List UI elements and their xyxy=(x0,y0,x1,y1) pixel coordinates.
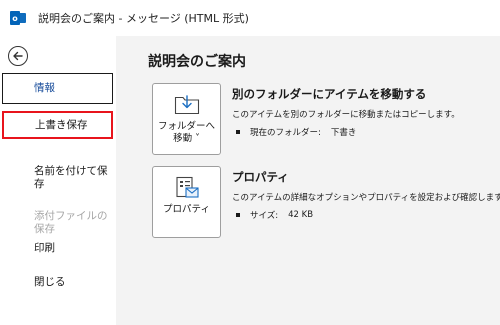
sidebar-item-close[interactable]: 閉じる xyxy=(0,276,116,289)
backstage-sidebar: 情報 上書き保存 名前を付けて保 存 添付ファイルの 保存 印刷 閉じる xyxy=(0,36,116,325)
sidebar-item-label: 名前を付けて保 存 xyxy=(34,165,108,190)
size-label: サイズ: xyxy=(250,211,279,221)
sidebar-item-info[interactable]: 情報 xyxy=(2,73,113,104)
sidebar-item-print[interactable]: 印刷 xyxy=(0,242,116,255)
size-info: サイズ: 42 KB xyxy=(232,209,500,221)
current-folder-info: 現在のフォルダー: 下書き xyxy=(232,126,500,138)
move-tile-label: フォルダーへ 移動 ˅ xyxy=(157,121,215,144)
bullet-icon xyxy=(236,130,240,134)
window-title: 説明会のご案内 - メッセージ (HTML 形式) xyxy=(38,12,249,25)
properties-section-title: プロパティ xyxy=(232,170,289,184)
move-section-description: このアイテムを別のフォルダーに移動またはコピーします。 xyxy=(232,110,460,120)
current-folder-label: 現在のフォルダー: xyxy=(250,128,321,138)
sidebar-item-save-attachments: 添付ファイルの 保存 xyxy=(0,197,116,236)
outlook-app-icon: o xyxy=(10,10,26,26)
sidebar-item-label: 上書き保存 xyxy=(35,118,88,131)
sidebar-item-label: 印刷 xyxy=(34,242,55,254)
properties-section-description: このアイテムの詳細なオプションやプロパティを設定および確認します。 xyxy=(232,193,500,203)
move-section: 別のフォルダーにアイテムを移動する このアイテムを別のフォルダーに移動またはコピ… xyxy=(232,86,500,138)
sidebar-item-save[interactable]: 上書き保存 xyxy=(2,111,113,139)
page-title: 説明会のご案内 xyxy=(148,54,246,70)
properties-section: プロパティ このアイテムの詳細なオプションやプロパティを設定および確認します。 … xyxy=(232,169,500,221)
size-value: 42 KB xyxy=(288,210,314,220)
current-folder-value: 下書き xyxy=(330,128,357,138)
sidebar-item-label: 添付ファイルの 保存 xyxy=(34,210,108,235)
back-button[interactable] xyxy=(8,46,28,66)
properties-button[interactable]: プロパティ xyxy=(152,166,221,238)
properties-tile-label: プロパティ xyxy=(163,204,210,215)
backstage-main: 説明会のご案内 フォルダーへ 移動 ˅ プロパティ 別のフォルダーにアイテムを移… xyxy=(116,36,500,325)
sidebar-item-save-as[interactable]: 名前を付けて保 存 xyxy=(0,152,116,191)
sidebar-item-label: 情報 xyxy=(34,82,55,94)
move-section-title: 別のフォルダーにアイテムを移動する xyxy=(232,87,427,101)
properties-icon xyxy=(175,176,199,198)
folder-move-icon xyxy=(174,95,199,115)
title-bar: o 説明会のご案内 - メッセージ (HTML 形式) xyxy=(0,0,500,36)
arrow-left-icon xyxy=(13,51,23,61)
sidebar-item-label: 閉じる xyxy=(34,276,66,288)
move-to-folder-button[interactable]: フォルダーへ 移動 ˅ xyxy=(152,83,221,155)
bullet-icon xyxy=(236,213,240,217)
